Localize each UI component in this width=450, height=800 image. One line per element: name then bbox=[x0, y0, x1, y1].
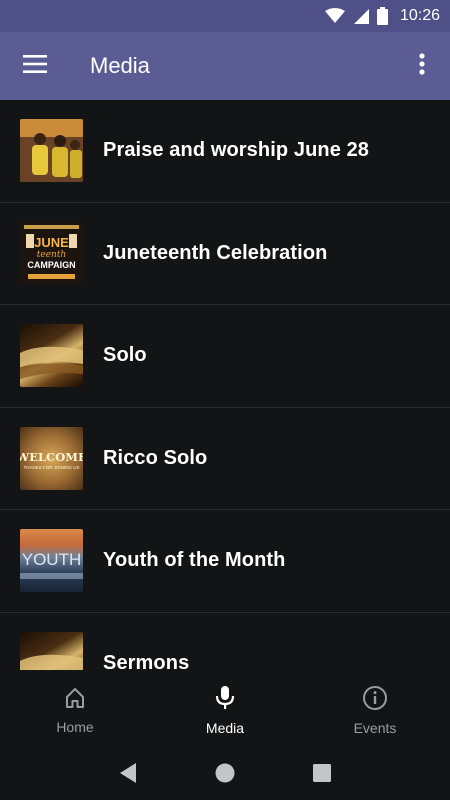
thumbnail-image: WELCOME THANKS FOR JOINING US bbox=[20, 426, 83, 490]
wifi-icon bbox=[324, 8, 345, 24]
nav-item-label: Home bbox=[56, 718, 94, 735]
list-item-title: Solo bbox=[103, 344, 147, 367]
list-item-title: Youth of the Month bbox=[103, 549, 286, 572]
nav-item-media[interactable]: Media bbox=[150, 670, 300, 750]
list-item[interactable]: Sermons bbox=[0, 613, 450, 670]
list-item[interactable]: Praise and worship June 28 bbox=[0, 100, 450, 203]
thumbnail-image bbox=[20, 119, 83, 183]
list-item[interactable]: JUNE teenth CAMPAIGN Juneteenth Celebrat… bbox=[0, 203, 450, 305]
nav-item-home[interactable]: Home bbox=[0, 670, 150, 750]
page-title: Media bbox=[90, 53, 150, 78]
info-icon bbox=[362, 685, 388, 716]
microphone-icon bbox=[213, 685, 237, 716]
menu-button[interactable] bbox=[0, 32, 70, 100]
nav-item-label: Events bbox=[353, 719, 397, 736]
list-item[interactable]: WELCOME THANKS FOR JOINING US Ricco Solo bbox=[0, 408, 450, 510]
recents-icon[interactable] bbox=[312, 763, 332, 788]
home-circle-icon[interactable] bbox=[214, 762, 236, 789]
media-list: Praise and worship June 28 JUNE teenth C… bbox=[0, 100, 450, 670]
more-options-button[interactable] bbox=[394, 32, 450, 100]
battery-icon bbox=[376, 7, 388, 25]
hamburger-menu-icon bbox=[23, 54, 47, 78]
thumbnail-text: teenth bbox=[37, 250, 66, 260]
thumbnail-text: YOUTH bbox=[22, 550, 82, 569]
thumbnail-text: JUNE bbox=[34, 235, 69, 250]
thumbnail-text: CAMPAIGN bbox=[27, 260, 75, 270]
thumbnail-image: JUNE teenth CAMPAIGN bbox=[20, 221, 83, 285]
thumbnail-text: WELCOME bbox=[20, 450, 83, 464]
status-time: 10:26 bbox=[399, 7, 440, 24]
bottom-navigation: Home Media Events bbox=[0, 670, 450, 750]
nav-item-label: Media bbox=[205, 719, 245, 736]
nav-item-events[interactable]: Events bbox=[300, 670, 450, 750]
thumbnail-image bbox=[20, 631, 83, 670]
status-bar: 10:26 bbox=[0, 0, 450, 32]
more-vertical-icon bbox=[419, 52, 425, 80]
home-icon bbox=[63, 686, 87, 715]
list-item-title: Ricco Solo bbox=[103, 446, 208, 469]
cell-signal-icon bbox=[353, 8, 369, 24]
list-item-title: Juneteenth Celebration bbox=[103, 241, 328, 264]
app-bar: Media bbox=[0, 32, 450, 100]
list-item[interactable]: YOUTH Youth of the Month bbox=[0, 510, 450, 613]
list-item-title: Praise and worship June 28 bbox=[103, 139, 370, 162]
thumbnail-image: YOUTH bbox=[20, 529, 83, 593]
system-navigation-bar bbox=[0, 750, 450, 800]
thumbnail-image bbox=[20, 324, 83, 388]
list-item-title: Sermons bbox=[103, 651, 190, 670]
list-item[interactable]: Solo bbox=[0, 305, 450, 408]
back-icon[interactable] bbox=[118, 762, 138, 789]
thumbnail-text: THANKS FOR JOINING US bbox=[23, 465, 79, 470]
